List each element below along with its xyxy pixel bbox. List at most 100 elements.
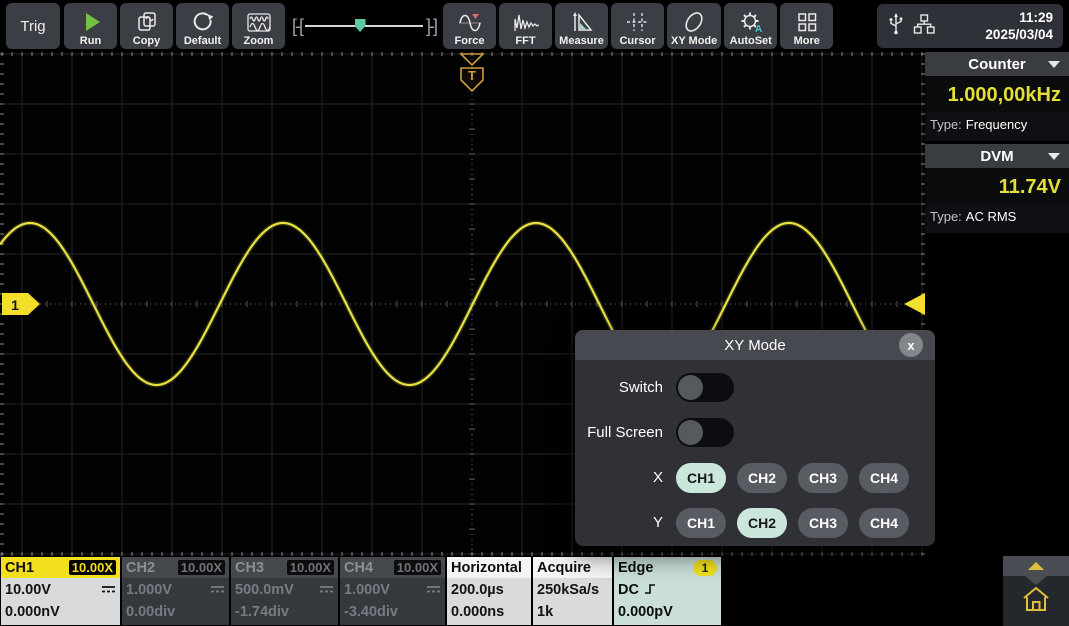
ch1-status-block[interactable]: CH1 10.00X 10.00V 0.000nV [1,557,120,625]
xy-mode-button[interactable]: XY Mode [667,3,721,49]
dvm-type-row: Type:AC RMS [925,205,1069,233]
ch4-attenuation: 10.00X [394,560,441,575]
ch2-name: CH2 [126,560,155,576]
dvm-header[interactable]: DVM [925,144,1069,168]
force-label: Force [455,35,485,47]
clock-date: 2025/03/04 [985,26,1053,43]
x-ch3-pill[interactable]: CH3 [798,463,848,493]
ch1-ground-marker-icon[interactable] [2,293,40,315]
counter-header[interactable]: Counter [925,52,1069,76]
y-ch4-pill[interactable]: CH4 [859,508,909,538]
fullscreen-toggle[interactable] [676,418,734,447]
dc-coupling-icon [426,582,441,598]
y-ch1-pill[interactable]: CH1 [676,508,726,538]
autoset-button[interactable]: A AutoSet [724,3,777,49]
ch4-status-block[interactable]: CH4 10.00X 1.000V -3.40div [340,557,445,625]
cursor-button[interactable]: Cursor [611,3,664,49]
acquire-status-block[interactable]: Acquire 250kSa/s 1k [533,557,612,625]
fft-spectrum-icon [513,10,539,35]
zoom-label: Zoom [244,35,274,47]
hpos-track[interactable] [305,25,423,27]
fullscreen-label: Full Screen [575,424,663,441]
run-label: Run [80,35,101,47]
zoom-button[interactable]: Zoom [232,3,285,49]
ch3-scale: 500.0mV [235,582,294,598]
fft-button[interactable]: FFT [499,3,552,49]
xy-mode-ellipse-icon [682,10,706,35]
chevron-down-icon [1048,61,1060,68]
dvm-panel: DVM 11.74V Type:AC RMS [925,144,1069,233]
dc-coupling-icon [210,582,225,598]
ch2-scale: 1.000V [126,582,172,598]
xy-mode-dialog-titlebar: XY Mode x [575,330,935,360]
home-icon [1021,585,1051,618]
measure-button[interactable]: Measure [555,3,608,49]
x-ch4-pill[interactable]: CH4 [859,463,909,493]
run-play-icon [79,10,103,35]
run-button[interactable]: Run [64,3,117,49]
usb-icon [887,12,912,41]
hpos-left-brackets: [-[ [292,3,302,49]
ch3-status-block[interactable]: CH3 10.00X 500.0mV -1.74div [231,557,338,625]
trigger-status-block[interactable]: Edge 1 DC 0.000pV [614,557,721,625]
y-source-row: Y CH1 CH2 CH3 CH4 [575,506,935,539]
xy-mode-dialog-title: XY Mode [724,337,785,354]
counter-type-value: Frequency [966,117,1027,132]
horizontal-position-indicator[interactable]: [-[ ]-] [292,3,436,49]
x-ch2-pill[interactable]: CH2 [737,463,787,493]
status-block: 11:29 2025/03/04 [877,4,1063,48]
acquire-sample-rate: 250kSa/s [537,582,608,598]
trigger-position-label: T [468,68,476,83]
ch1-attenuation: 10.00X [69,560,116,575]
y-ch2-pill[interactable]: CH2 [737,508,787,538]
copy-icon [135,10,159,35]
trigger-type: Edge [618,560,653,576]
clock: 11:29 2025/03/04 [985,9,1053,43]
close-icon[interactable]: x [899,333,923,357]
xy-mode-dialog-body: Switch Full Screen X CH1 CH2 CH3 CH4 Y C… [575,360,935,539]
y-ch3-pill[interactable]: CH3 [798,508,848,538]
copy-button[interactable]: Copy [120,3,173,49]
counter-title: Counter [968,56,1026,73]
horizontal-status-block[interactable]: Horizontal 200.0µs 0.000ns [447,557,531,625]
acquire-title: Acquire [537,560,591,576]
x-source-label: X [575,469,663,486]
cursor-icon [625,10,651,35]
trig-button[interactable]: Trig [6,3,60,49]
trigger-level: 0.000pV [618,604,717,620]
x-ch1-pill[interactable]: CH1 [676,463,726,493]
dc-coupling-icon [319,582,334,598]
horizontal-title: Horizontal [451,560,522,576]
counter-type-row: Type:Frequency [925,113,1069,141]
acquire-memory-depth: 1k [537,604,608,620]
chevron-down-icon [1048,153,1060,160]
ch1-scale: 10.00V [5,582,51,598]
ch1-offset: 0.000nV [5,604,116,620]
fullscreen-row: Full Screen [575,416,935,449]
autoset-gear-icon: A [739,10,763,35]
dvm-type-label: Type: [930,209,962,224]
collapse-bar[interactable] [1003,556,1069,576]
ch4-name: CH4 [344,560,373,576]
top-toolbar: Trig Run Copy Default [0,0,1069,52]
switch-row: Switch [575,371,935,404]
more-grid-icon [795,10,819,35]
more-button[interactable]: More [780,3,833,49]
dc-coupling-icon [101,582,116,598]
trigger-source-badge: 1 [693,560,717,576]
trig-label: Trig [20,18,45,35]
ch2-status-block[interactable]: CH2 10.00X 1.000V 0.00div [122,557,229,625]
hpos-marker-icon[interactable] [355,19,366,32]
trigger-level-marker-icon[interactable] [904,293,925,315]
ch2-attenuation: 10.00X [178,560,225,575]
horizontal-scale: 200.0µs [451,582,527,598]
ch4-scale: 1.000V [344,582,390,598]
default-button[interactable]: Default [176,3,229,49]
ch3-attenuation: 10.00X [287,560,334,575]
xy-mode-label: XY Mode [671,35,717,47]
y-source-label: Y [575,514,663,531]
ch4-offset: -3.40div [344,604,441,620]
right-sidebar: Counter 1.000,00kHz Type:Frequency DVM 1… [925,52,1069,626]
switch-toggle[interactable] [676,373,734,402]
force-button[interactable]: Force [443,3,496,49]
